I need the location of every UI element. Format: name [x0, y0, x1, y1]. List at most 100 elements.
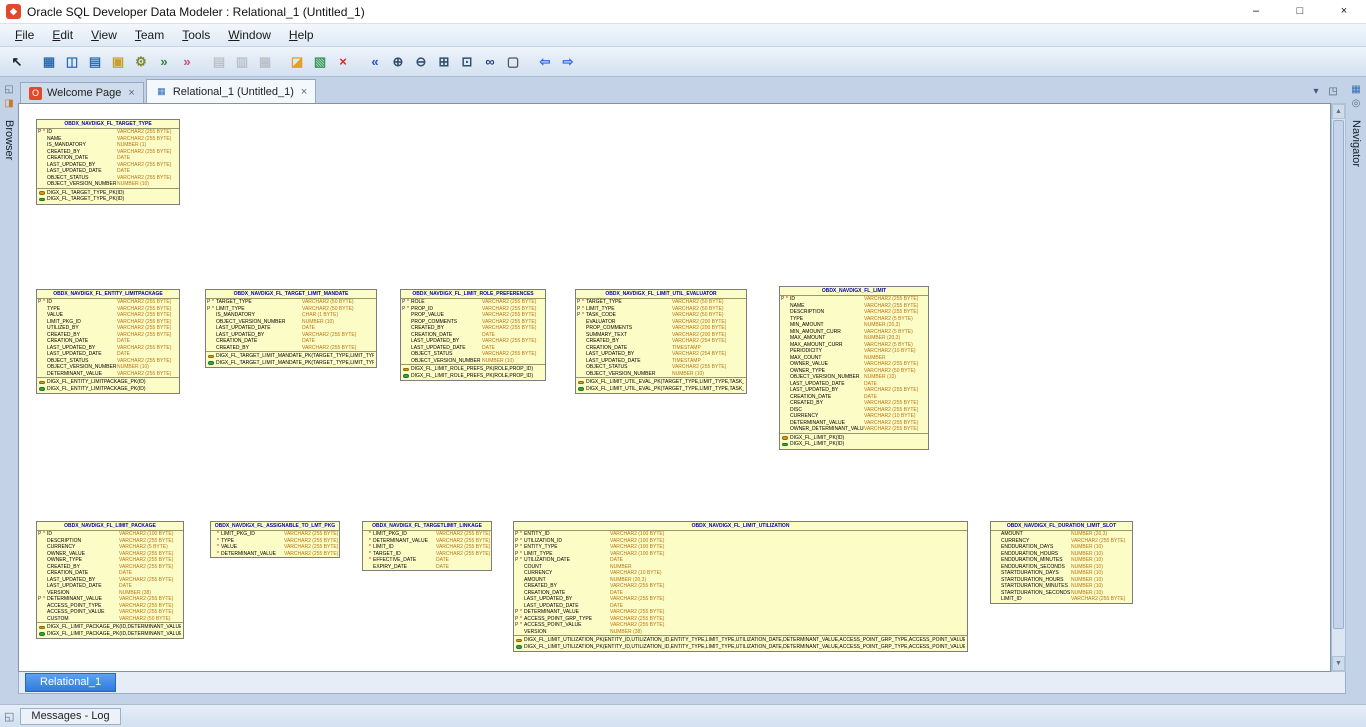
entity-title[interactable]: OBDX_NAVDIGX_FL_LIMIT_ROLE_PREFERENCES: [401, 290, 545, 299]
browser-panel-tab[interactable]: Browser: [3, 117, 15, 163]
scroll-up-icon[interactable]: ▲: [1332, 104, 1345, 119]
scroll-down-icon[interactable]: ▼: [1332, 656, 1345, 671]
minimize-button[interactable]: –: [1234, 0, 1278, 23]
link-icon[interactable]: ◨: [2, 97, 16, 111]
engineer-logical-icon[interactable]: ⚙: [130, 51, 152, 73]
print-icon[interactable]: ▤: [208, 51, 230, 73]
column-type: VARCHAR2 (255 BYTE): [436, 531, 490, 537]
edit-diagram-icon[interactable]: ▣: [107, 51, 129, 73]
zoom-out-icon: ⊖: [416, 55, 427, 68]
column-type: VARCHAR2 (255 BYTE): [117, 299, 178, 305]
column-row: VERSIONNUMBER (38): [514, 629, 967, 636]
tab-welcome-page[interactable]: OWelcome Page×: [20, 82, 144, 103]
entity-title[interactable]: OBDX_NAVDIGX_FL_LIMIT_UTIL_EVALUATOR: [576, 290, 746, 299]
navigate-forward-icon[interactable]: ⇨: [557, 51, 579, 73]
column-row: STARTDURATION_HOURSNUMBER (10): [991, 577, 1132, 584]
entity-title[interactable]: OBDX_NAVDIGX_FL_TARGET_LIMIT_MANDATE: [206, 290, 376, 299]
messages-log-tab[interactable]: Messages - Log: [20, 708, 120, 725]
chevron-down-icon[interactable]: ▾: [1309, 85, 1323, 99]
compass-icon[interactable]: ◎: [1349, 97, 1363, 111]
column-name: ENDDURATION_DAYS: [1001, 544, 1071, 550]
page-setup-icon[interactable]: ▥: [231, 51, 253, 73]
display-list-icon[interactable]: ▤: [84, 51, 106, 73]
subview-icon[interactable]: ◫: [61, 51, 83, 73]
maximize-button[interactable]: □: [1278, 0, 1322, 23]
menu-help[interactable]: Help: [280, 26, 323, 44]
vertical-scrollbar[interactable]: ▲ ▼: [1331, 103, 1346, 672]
print-preview-icon[interactable]: ▦: [254, 51, 276, 73]
zoom-out-icon[interactable]: ⊖: [410, 51, 432, 73]
column-type: NUMBER (10): [1071, 551, 1131, 557]
document-tab-strip: OWelcome Page×▦Relational_1 (Untitled_1)…: [18, 77, 1346, 103]
close-tab-icon[interactable]: ×: [126, 87, 134, 99]
navigate-back-icon[interactable]: ⇦: [534, 51, 556, 73]
find-icon[interactable]: ∞: [479, 51, 501, 73]
column-type: VARCHAR2 (10 BYTE): [610, 570, 966, 576]
column-name: CREATED_BY: [47, 332, 117, 338]
forward-engineer-icon[interactable]: »: [153, 51, 175, 73]
navigator-panel-tab[interactable]: Navigator: [1350, 117, 1362, 170]
entity-table-obdx-navdigx-fl-target-limit-mandate[interactable]: OBDX_NAVDIGX_FL_TARGET_LIMIT_MANDATEP*TA…: [205, 289, 377, 368]
entity-title[interactable]: OBDX_NAVDIGX_FL_LIMIT_PACKAGE: [37, 522, 183, 531]
entity-table-obdx-navdigx-fl-entity-limitpackage[interactable]: OBDX_NAVDIGX_FL_ENTITY_LIMITPACKAGEP*IDV…: [36, 289, 180, 394]
column-row: ACCESS_POINT_VALUEVARCHAR2 (255 BYTE): [37, 609, 183, 616]
restore-group-icon[interactable]: ◳: [1326, 85, 1340, 99]
open-folder-icon[interactable]: ◪: [286, 51, 308, 73]
panel-restore-icon[interactable]: ◱: [2, 83, 16, 97]
menu-file[interactable]: File: [6, 26, 43, 44]
menu-tools[interactable]: Tools: [173, 26, 219, 44]
column-name: DETERMINANT_VALUE: [373, 538, 436, 544]
entity-title[interactable]: OBDX_NAVDIGX_FL_TARGETLIMIT_LINKAGE: [363, 522, 491, 531]
scrollbar-thumb[interactable]: [1333, 120, 1344, 629]
entity-table-obdx-navdigx-fl-limit[interactable]: OBDX_NAVDIGX_FL_LIMITP*IDVARCHAR2 (255 B…: [779, 286, 929, 450]
table-icon[interactable]: ▦: [38, 51, 60, 73]
delete-icon[interactable]: ×: [332, 51, 354, 73]
zoom-selection-icon[interactable]: ⊡: [456, 51, 478, 73]
menu-team[interactable]: Team: [126, 26, 173, 44]
compass-icon: ◎: [1352, 99, 1361, 109]
column-name: OWNER_TYPE: [790, 368, 864, 374]
menu-window[interactable]: Window: [219, 26, 280, 44]
column-name: DISC: [790, 407, 864, 413]
column-type: NUMBER (1): [117, 142, 178, 148]
diagram-tab-relational-1[interactable]: Relational_1: [25, 673, 116, 692]
zoom-in-icon[interactable]: ⊕: [387, 51, 409, 73]
fit-screen-icon[interactable]: ⊞: [433, 51, 455, 73]
entity-title[interactable]: OBDX_NAVDIGX_FL_LIMIT: [780, 287, 928, 296]
zoom-in-icon: ⊕: [393, 55, 404, 68]
collapse-diagram-icon[interactable]: «: [364, 51, 386, 73]
column-name: OWNER_TYPE: [47, 557, 119, 563]
entity-title[interactable]: OBDX_NAVDIGX_FL_ASSIGNABLE_TO_LMT_PKG: [211, 522, 339, 531]
entity-title[interactable]: OBDX_NAVDIGX_FL_LIMIT_UTILIZATION: [514, 522, 967, 531]
diagram-canvas[interactable]: OBDX_NAVDIGX_FL_TARGET_TYPEP*IDVARCHAR2 …: [18, 103, 1331, 672]
entity-table-obdx-navdigx-fl-limit-role-preferences[interactable]: OBDX_NAVDIGX_FL_LIMIT_ROLE_PREFERENCESP*…: [400, 289, 546, 381]
entity-table-obdx-navdigx-fl-duration-limit-slot[interactable]: OBDX_NAVDIGX_FL_DURATION_LIMIT_SLOTAMOUN…: [990, 521, 1133, 604]
column-type: VARCHAR2 (255 BYTE): [610, 609, 966, 615]
entity-title[interactable]: OBDX_NAVDIGX_FL_TARGET_TYPE: [37, 120, 179, 129]
close-tab-icon[interactable]: ×: [299, 86, 307, 98]
key-row: DIGX_FL_LIMIT_UTIL_EVAL_PK(TARGET_TYPE,L…: [576, 386, 746, 393]
entity-table-obdx-navdigx-fl-limit-util-evaluator[interactable]: OBDX_NAVDIGX_FL_LIMIT_UTIL_EVALUATORP*TA…: [575, 289, 747, 394]
entity-table-obdx-navdigx-fl-targetlimit-linkage[interactable]: OBDX_NAVDIGX_FL_TARGETLIMIT_LINKAGE*LIMI…: [362, 521, 492, 571]
entity-table-obdx-navdigx-fl-assignable-to-lmt-pkg[interactable]: OBDX_NAVDIGX_FL_ASSIGNABLE_TO_LMT_PKG*LI…: [210, 521, 340, 558]
entity-title[interactable]: OBDX_NAVDIGX_FL_ENTITY_LIMITPACKAGE: [37, 290, 179, 299]
column-name: OBJECT_VERSION_NUMBER: [586, 371, 672, 377]
menu-edit[interactable]: Edit: [43, 26, 82, 44]
entity-table-obdx-navdigx-fl-limit-utilization[interactable]: OBDX_NAVDIGX_FL_LIMIT_UTILIZATIONP*ENTIT…: [513, 521, 968, 652]
entity-table-obdx-navdigx-fl-target-type[interactable]: OBDX_NAVDIGX_FL_TARGET_TYPEP*IDVARCHAR2 …: [36, 119, 180, 205]
reverse-engineer-icon[interactable]: »: [176, 51, 198, 73]
column-type: VARCHAR2 (254 BYTE): [672, 338, 745, 344]
close-button[interactable]: ×: [1322, 0, 1366, 23]
grid-icon[interactable]: ▦: [1349, 83, 1363, 97]
entity-table-obdx-navdigx-fl-limit-package[interactable]: OBDX_NAVDIGX_FL_LIMIT_PACKAGEP*IDVARCHAR…: [36, 521, 184, 639]
column-row: MAX_COUNTNUMBER: [780, 355, 928, 362]
column-type: VARCHAR2 (200 BYTE): [672, 319, 745, 325]
select-pointer-icon[interactable]: ↖: [6, 51, 28, 73]
properties-icon[interactable]: ▢: [502, 51, 524, 73]
menu-view[interactable]: View: [82, 26, 126, 44]
entity-title[interactable]: OBDX_NAVDIGX_FL_DURATION_LIMIT_SLOT: [991, 522, 1132, 531]
column-name: CREATED_BY: [47, 564, 119, 570]
tab-relational-1-untitled-1[interactable]: ▦Relational_1 (Untitled_1)×: [146, 79, 317, 103]
export-image-icon[interactable]: ▧: [309, 51, 331, 73]
column-type: DATE: [119, 583, 182, 589]
